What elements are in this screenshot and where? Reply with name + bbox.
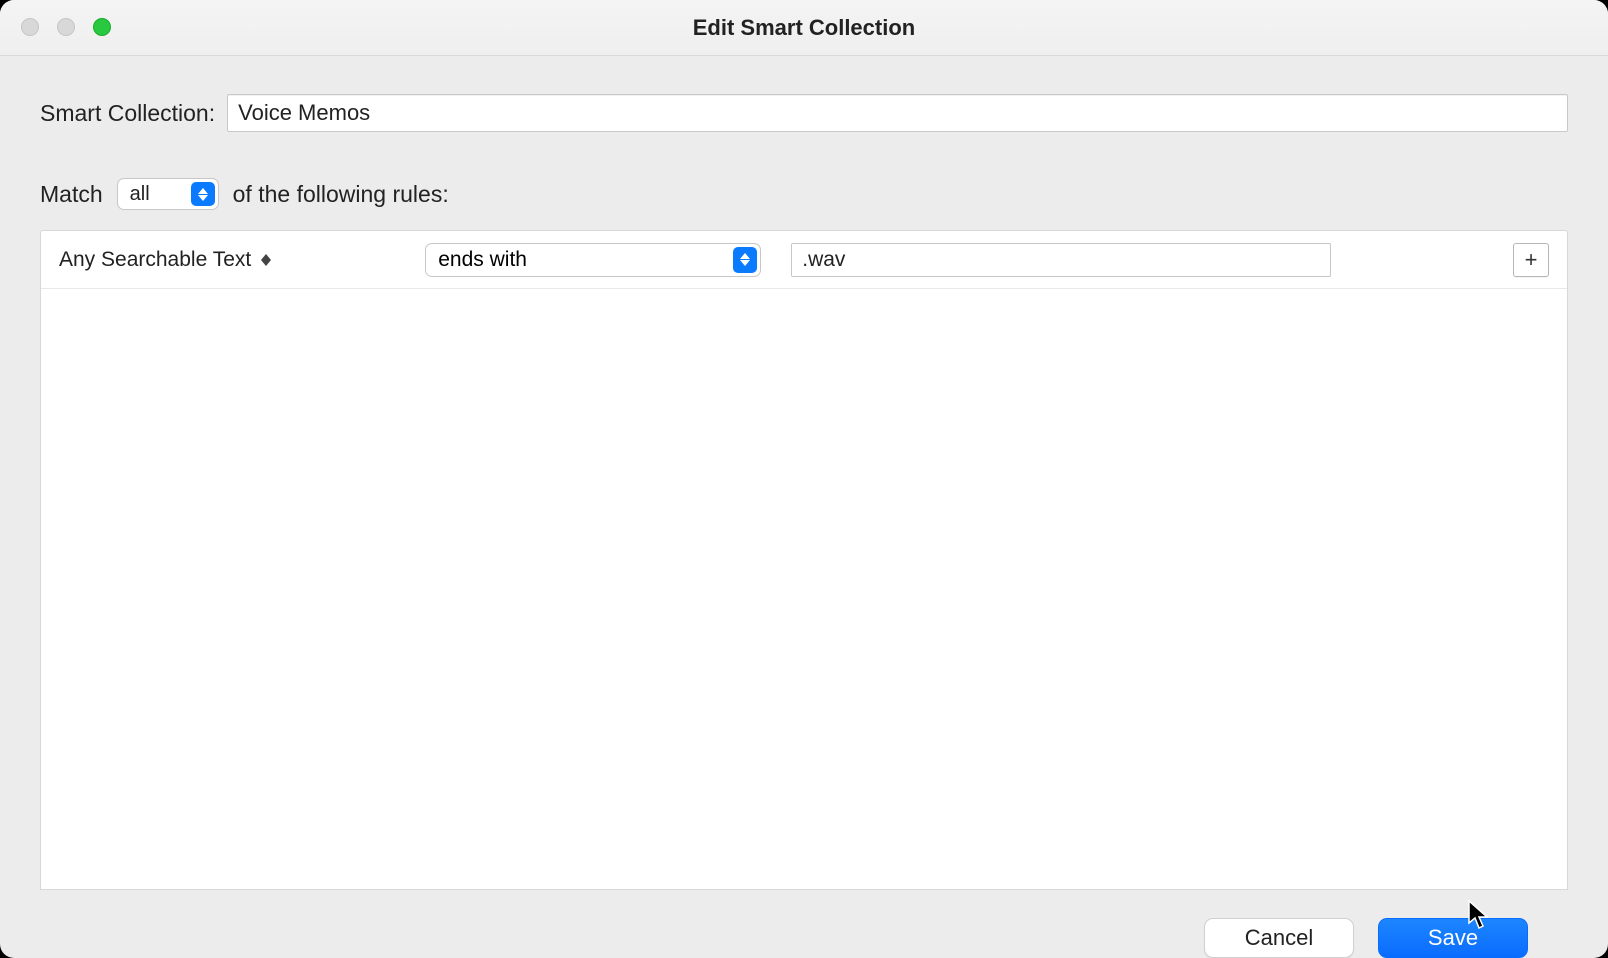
cancel-button-label: Cancel [1245,925,1313,951]
updown-stepper-icon [733,247,757,273]
titlebar: Edit Smart Collection [0,0,1608,56]
close-window-button[interactable] [21,18,39,36]
match-mode-popup[interactable]: all [117,178,219,210]
window-title: Edit Smart Collection [0,15,1608,41]
edit-smart-collection-window: Edit Smart Collection Smart Collection: … [0,0,1608,958]
rule-field-popup[interactable]: Any Searchable Text [59,248,271,272]
rule-comparator-value: ends with [438,248,527,272]
minimize-window-button[interactable] [57,18,75,36]
updown-caret-icon [261,254,271,266]
save-button[interactable]: Save [1378,918,1528,958]
zoom-window-button[interactable] [93,18,111,36]
rule-comparator-popup[interactable]: ends with [425,243,761,277]
collection-name-row: Smart Collection: [40,94,1568,132]
match-mode-value: all [130,183,150,206]
match-suffix: of the following rules: [233,181,449,208]
collection-name-label: Smart Collection: [40,100,215,127]
rule-value-input[interactable] [791,243,1331,277]
dialog-body: Smart Collection: Match all of the follo… [0,56,1608,958]
add-rule-button[interactable]: + [1513,243,1549,277]
plus-icon: + [1525,247,1538,273]
save-button-label: Save [1428,925,1478,951]
match-prefix: Match [40,181,103,208]
rule-row: Any Searchable Text ends with [41,231,1567,289]
dialog-footer: Cancel Save [40,890,1568,958]
cancel-button[interactable]: Cancel [1204,918,1354,958]
updown-stepper-icon [191,182,215,206]
rule-field-value: Any Searchable Text [59,248,251,272]
collection-name-input[interactable] [227,94,1568,132]
rules-panel: Any Searchable Text ends with [40,230,1568,890]
window-controls [21,18,111,36]
match-row: Match all of the following rules: [40,178,1568,210]
